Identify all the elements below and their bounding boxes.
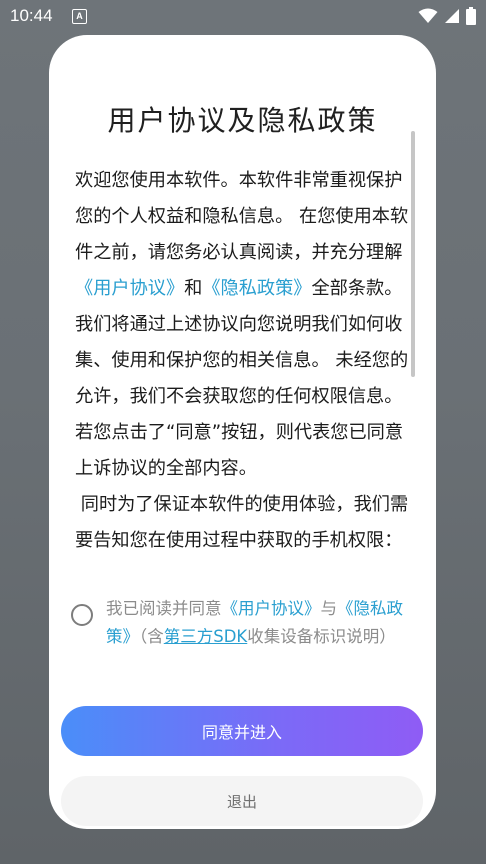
- agreement-text: 我已阅读并同意《用户协议》与《隐私政策》（含第三方SDK收集设备标识说明）: [106, 595, 411, 651]
- cellular-signal-icon: [445, 9, 459, 23]
- privacy-dialog: 用户协议及隐私政策 欢迎您使用本软件。本软件非常重视保护您的个人权益和隐私信息。…: [49, 35, 436, 829]
- status-icons: [418, 7, 476, 25]
- content-text-and: 和: [184, 278, 203, 299]
- content-text-2: 全部条款。 我们将通过上述协议向您说明我们如何收集、使用和保护您的相关信息。 未…: [75, 278, 409, 479]
- content-text-1: 欢迎您使用本软件。本软件非常重视保护您的个人权益和隐私信息。 在您使用本软件之前…: [75, 170, 409, 263]
- agreement-text-3: （含: [139, 627, 164, 646]
- content-paragraph-1: 欢迎您使用本软件。本软件非常重视保护您的个人权益和隐私信息。 在您使用本软件之前…: [75, 163, 411, 487]
- content-scrollbar[interactable]: [411, 131, 415, 377]
- agreement-text-4: 收集设备标识说明）: [247, 627, 396, 646]
- content-paragraph-2: 同时为了保证本软件的使用体验，我们需要告知您在使用过程中获取的手机权限：: [75, 494, 409, 551]
- third-party-sdk-link[interactable]: 第三方SDK: [164, 627, 248, 646]
- agreement-text-1: 我已阅读并同意: [106, 599, 222, 618]
- exit-button[interactable]: 退出: [61, 776, 423, 826]
- agreement-user-agreement-link[interactable]: 《用户协议》: [222, 599, 321, 618]
- privacy-policy-link[interactable]: 《隐私政策》: [202, 278, 311, 299]
- notification-a-icon: A: [72, 9, 87, 24]
- dialog-title: 用户协议及隐私政策: [107, 104, 378, 137]
- status-bar: 10:44 A: [0, 0, 486, 32]
- wifi-icon: [418, 8, 438, 23]
- battery-icon: [466, 7, 476, 25]
- status-time: 10:44: [10, 6, 53, 25]
- user-agreement-link[interactable]: 《用户协议》: [75, 278, 184, 299]
- agree-and-enter-button[interactable]: 同意并进入: [61, 706, 423, 756]
- agree-radio-button[interactable]: [71, 604, 93, 626]
- agreement-content[interactable]: 欢迎您使用本软件。本软件非常重视保护您的个人权益和隐私信息。 在您使用本软件之前…: [75, 163, 411, 613]
- agreement-text-2: 与: [320, 599, 338, 618]
